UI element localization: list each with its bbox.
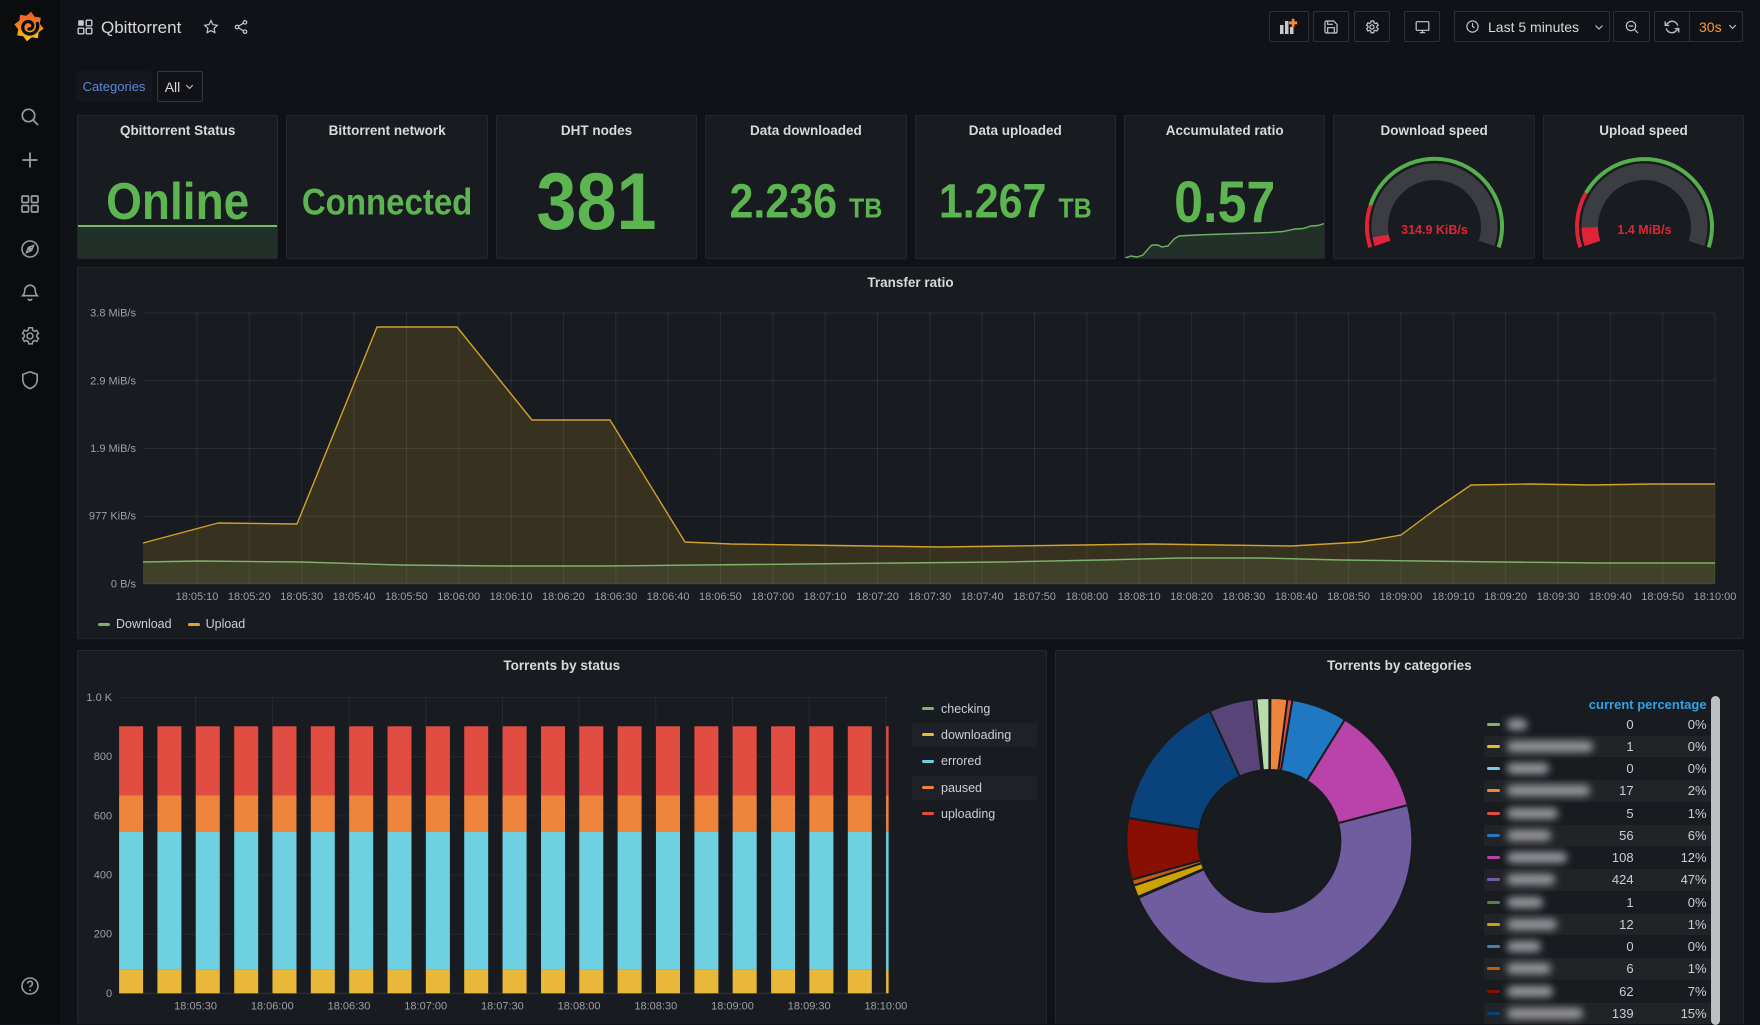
svg-text:18:06:20: 18:06:20 — [542, 591, 585, 603]
svg-text:18:08:30: 18:08:30 — [634, 1000, 677, 1012]
svg-text:18:07:30: 18:07:30 — [908, 591, 951, 603]
svg-text:18:07:50: 18:07:50 — [1013, 591, 1056, 603]
svg-text:18:05:30: 18:05:30 — [280, 591, 323, 603]
svg-text:18:06:00: 18:06:00 — [437, 591, 480, 603]
svg-text:977 KiB/s: 977 KiB/s — [89, 511, 137, 523]
svg-text:0 B/s: 0 B/s — [111, 579, 137, 591]
svg-text:18:05:10: 18:05:10 — [176, 591, 219, 603]
svg-text:18:08:10: 18:08:10 — [1118, 591, 1161, 603]
svg-text:18:05:50: 18:05:50 — [385, 591, 428, 603]
svg-text:18:05:20: 18:05:20 — [228, 591, 271, 603]
svg-text:2.9 MiB/s: 2.9 MiB/s — [90, 375, 136, 387]
svg-text:18:09:10: 18:09:10 — [1432, 591, 1475, 603]
svg-text:200: 200 — [94, 929, 112, 941]
svg-text:18:09:50: 18:09:50 — [1641, 591, 1684, 603]
svg-text:800: 800 — [94, 751, 112, 763]
svg-text:400: 400 — [94, 870, 112, 882]
svg-text:314.9 KiB/s: 314.9 KiB/s — [1402, 223, 1469, 237]
svg-text:18:09:00: 18:09:00 — [1379, 591, 1422, 603]
svg-text:18:05:30: 18:05:30 — [174, 1000, 217, 1012]
svg-text:18:06:30: 18:06:30 — [328, 1000, 371, 1012]
svg-text:1.0 K: 1.0 K — [86, 692, 112, 704]
svg-text:18:08:50: 18:08:50 — [1327, 591, 1370, 603]
svg-text:18:08:00: 18:08:00 — [558, 1000, 601, 1012]
svg-text:1.4 MiB/s: 1.4 MiB/s — [1617, 223, 1671, 237]
svg-text:18:09:20: 18:09:20 — [1484, 591, 1527, 603]
svg-text:18:06:50: 18:06:50 — [699, 591, 742, 603]
svg-text:18:07:20: 18:07:20 — [856, 591, 899, 603]
svg-text:18:06:10: 18:06:10 — [490, 591, 533, 603]
svg-text:18:08:30: 18:08:30 — [1222, 591, 1265, 603]
svg-text:18:09:40: 18:09:40 — [1589, 591, 1632, 603]
svg-text:600: 600 — [94, 810, 112, 822]
svg-text:3.8 MiB/s: 3.8 MiB/s — [90, 308, 136, 320]
svg-text:18:08:00: 18:08:00 — [1065, 591, 1108, 603]
svg-text:18:07:10: 18:07:10 — [804, 591, 847, 603]
svg-text:18:10:00: 18:10:00 — [864, 1000, 907, 1012]
svg-text:18:07:00: 18:07:00 — [404, 1000, 447, 1012]
svg-text:18:09:30: 18:09:30 — [788, 1000, 831, 1012]
svg-text:18:07:30: 18:07:30 — [481, 1000, 524, 1012]
svg-text:18:07:40: 18:07:40 — [961, 591, 1004, 603]
svg-text:18:07:00: 18:07:00 — [751, 591, 794, 603]
svg-text:18:09:00: 18:09:00 — [711, 1000, 754, 1012]
svg-text:18:06:00: 18:06:00 — [251, 1000, 294, 1012]
svg-text:18:09:30: 18:09:30 — [1537, 591, 1580, 603]
svg-text:18:08:40: 18:08:40 — [1275, 591, 1318, 603]
svg-text:18:10:00: 18:10:00 — [1694, 591, 1737, 603]
svg-text:0: 0 — [106, 988, 112, 1000]
svg-text:18:06:40: 18:06:40 — [647, 591, 690, 603]
svg-text:18:06:30: 18:06:30 — [594, 591, 637, 603]
svg-text:18:05:40: 18:05:40 — [333, 591, 376, 603]
svg-text:1.9 MiB/s: 1.9 MiB/s — [90, 443, 136, 455]
svg-text:18:08:20: 18:08:20 — [1170, 591, 1213, 603]
